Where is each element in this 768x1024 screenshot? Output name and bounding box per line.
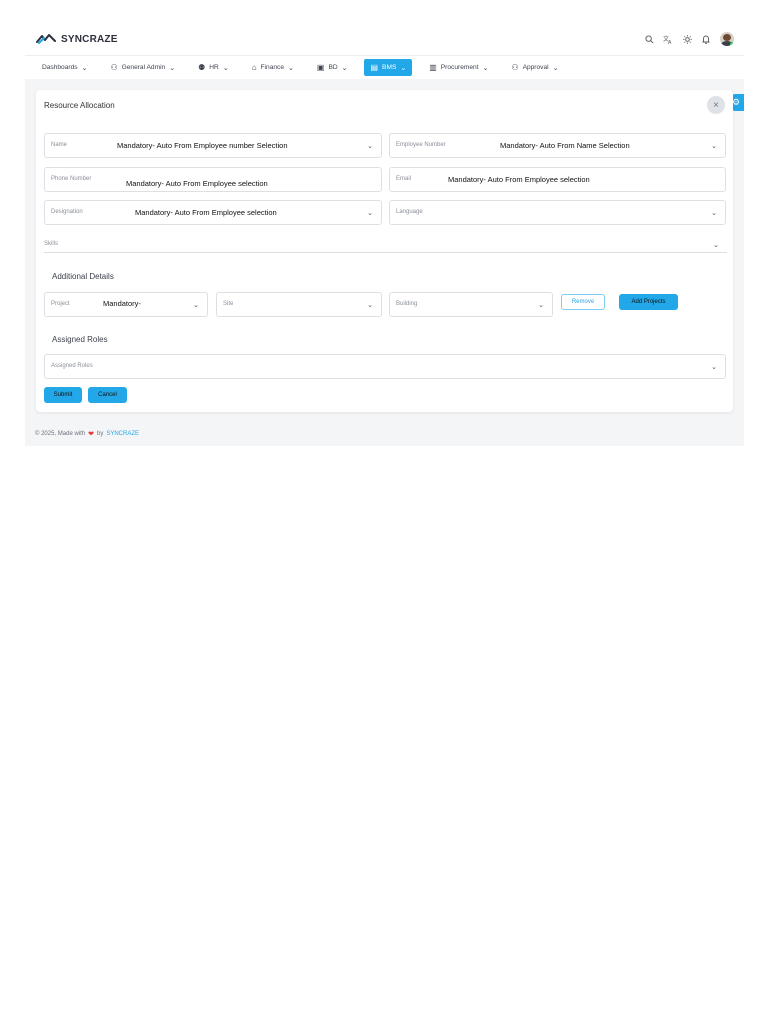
user-cog-icon: ⚇: [110, 63, 118, 72]
designation-label: Designation: [51, 209, 83, 215]
submit-button[interactable]: Submit: [44, 387, 82, 403]
clipboard-icon: ▥: [429, 63, 437, 72]
briefcase-icon: ▣: [316, 63, 325, 72]
chevron-down-icon: ⌄: [193, 302, 199, 309]
add-projects-button[interactable]: Add Projects: [619, 294, 678, 310]
chevron-down-icon: ⌄: [711, 210, 717, 217]
nav-general-admin[interactable]: ⚇ General Admin ⌄: [104, 59, 181, 76]
designation-select[interactable]: Designation Mandatory- Auto From Employe…: [44, 200, 382, 225]
employee-number-select[interactable]: Employee Number Mandatory- Auto From Nam…: [389, 133, 726, 158]
assigned-roles-placeholder: Assigned Roles: [51, 363, 93, 369]
employee-number-value: Mandatory- Auto From Name Selection: [500, 141, 630, 150]
additional-details-heading: Additional Details: [52, 272, 114, 281]
chevron-down-icon: ⌄: [538, 302, 544, 309]
top-bar: SYNCRAZE 文A: [25, 25, 744, 55]
online-status-dot: [730, 42, 734, 46]
chevron-down-icon: ⌄: [367, 302, 373, 309]
name-label: Name: [51, 142, 68, 148]
nav-label: BD: [328, 64, 338, 71]
phone-number-field[interactable]: Phone Number Mandatory- Auto From Employ…: [44, 167, 382, 192]
settings-icon: ⚙: [731, 97, 741, 107]
nav-label: BMS: [382, 64, 397, 71]
footer-brand-link[interactable]: SYNCRAZE: [106, 431, 139, 437]
name-value: Mandatory- Auto From Employee number Sel…: [117, 141, 288, 150]
avatar[interactable]: [720, 32, 734, 46]
project-select[interactable]: Project Mandatory- ⌄: [44, 292, 208, 317]
nav-bms[interactable]: ▤ BMS ⌄: [364, 59, 413, 76]
logo-icon: [36, 34, 56, 44]
brand-name: SYNCRAZE: [61, 33, 118, 45]
chevron-down-icon: ⌄: [711, 364, 717, 371]
svg-text:A: A: [668, 40, 672, 44]
nav-bd[interactable]: ▣ BD ⌄: [311, 59, 354, 76]
page-title: Resource Allocation: [44, 101, 115, 110]
logo[interactable]: SYNCRAZE: [36, 33, 118, 45]
project-label: Project: [51, 301, 70, 307]
remove-button[interactable]: Remove: [561, 294, 605, 310]
assigned-roles-select[interactable]: Assigned Roles ⌄: [44, 354, 726, 379]
search-icon[interactable]: [644, 33, 654, 45]
language-label: Language: [396, 209, 423, 215]
chevron-down-icon: ⌄: [367, 143, 373, 150]
resource-allocation-card: Resource Allocation × Name Mandatory- Au…: [36, 90, 733, 412]
chevron-down-icon: ⌄: [400, 64, 407, 72]
heart-icon: ❤: [88, 431, 94, 438]
nav-label: Approval: [522, 64, 549, 71]
close-icon: ×: [713, 99, 719, 111]
chevron-down-icon: ⌄: [367, 210, 373, 217]
skills-select[interactable]: Skills ⌄: [44, 236, 727, 253]
building-label: Building: [396, 301, 418, 307]
site-select[interactable]: Site ⌄: [216, 292, 382, 317]
bell-icon[interactable]: [701, 33, 711, 45]
chevron-down-icon: ⌄: [552, 64, 559, 72]
email-value: Mandatory- Auto From Employee selection: [448, 175, 590, 184]
chevron-down-icon: ⌄: [482, 64, 489, 72]
nav-label: Dashboards: [42, 64, 78, 71]
chevron-down-icon: ⌄: [341, 64, 348, 72]
footer: © 2025, Made with ❤ by SYNCRAZE: [35, 430, 139, 438]
name-select[interactable]: Name Mandatory- Auto From Employee numbe…: [44, 133, 382, 158]
chevron-down-icon: ⌄: [222, 64, 229, 72]
chevron-down-icon: ⌄: [288, 64, 294, 72]
nav-dashboards[interactable]: Dashboards ⌄: [36, 59, 93, 76]
chevron-down-icon: ⌄: [713, 242, 719, 249]
email-field[interactable]: Email Mandatory- Auto From Employee sele…: [389, 167, 726, 192]
skills-label: Skills: [44, 241, 59, 247]
nav-label: Finance: [260, 64, 284, 71]
app-window: SYNCRAZE 文A Dashboards ⌄ ⚇ General Admin ⌄: [25, 25, 744, 446]
nav-label: Procurement: [440, 64, 479, 71]
chevron-down-icon: ⌄: [711, 143, 717, 150]
translate-icon[interactable]: 文A: [663, 33, 673, 45]
close-button[interactable]: ×: [707, 96, 725, 114]
nav-approval[interactable]: ⚇ Approval ⌄: [505, 59, 564, 76]
main-nav: Dashboards ⌄ ⚇ General Admin ⌄ ⚉ HR ⌄ ⌂ Financ…: [25, 55, 744, 79]
language-select[interactable]: Language ⌄: [389, 200, 726, 225]
people-icon: ⚉: [198, 63, 206, 72]
email-label: Email: [396, 176, 412, 182]
building-icon: ▤: [370, 63, 379, 72]
chevron-down-icon: ⌄: [169, 64, 176, 72]
phone-number-label: Phone Number: [51, 176, 92, 182]
phone-number-value: Mandatory- Auto From Employee selection: [126, 179, 268, 188]
nav-label: General Admin: [121, 64, 166, 71]
nav-finance[interactable]: ⌂ Finance ⌄: [246, 59, 300, 76]
assigned-roles-heading: Assigned Roles: [52, 335, 108, 344]
site-label: Site: [223, 301, 234, 307]
sun-icon[interactable]: [682, 33, 692, 45]
footer-copyright: © 2025, Made with: [35, 431, 86, 437]
employee-number-label: Employee Number: [396, 142, 446, 148]
user-check-icon: ⚇: [511, 63, 519, 72]
project-value: Mandatory-: [103, 299, 141, 308]
top-icons: 文A: [644, 32, 734, 46]
nav-hr[interactable]: ⚉ HR ⌄: [192, 59, 235, 76]
chevron-down-icon: ⌄: [81, 64, 88, 72]
nav-label: HR: [209, 64, 219, 71]
designation-value: Mandatory- Auto From Employee selection: [135, 208, 277, 217]
bank-icon: ⌂: [251, 63, 257, 72]
footer-by: by: [97, 431, 104, 437]
nav-procurement[interactable]: ▥ Procurement ⌄: [423, 59, 494, 76]
building-select[interactable]: Building ⌄: [389, 292, 553, 317]
cancel-button[interactable]: Cancel: [88, 387, 127, 403]
